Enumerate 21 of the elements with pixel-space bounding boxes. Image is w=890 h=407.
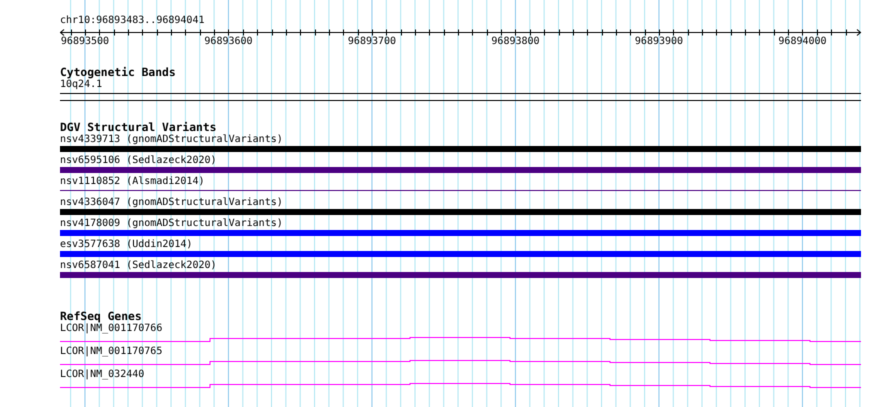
tick-label: 96893800 (491, 36, 540, 47)
track-title: DGV Structural Variants (60, 122, 216, 134)
feature-label: LCOR|NM_032440 (60, 369, 144, 381)
feature-label: esv3577638 (Uddin2014) (60, 239, 192, 251)
tick-label: 96893900 (634, 36, 684, 47)
feature-label: nsv1110852 (Alsmadi2014) (60, 176, 204, 188)
feature-label: LCOR|NM_001170765 (60, 346, 162, 358)
track-title: RefSeq Genes (60, 311, 142, 323)
tick-label: 96893700 (348, 36, 396, 47)
feature-label: nsv4178009 (gnomADStructuralVariants) (60, 218, 283, 230)
track-title: Cytogenetic Bands (60, 67, 176, 79)
feature-label: 10q24.1 (60, 79, 102, 91)
tick-label: 96893600 (204, 36, 253, 47)
feature-label: nsv4336047 (gnomADStructuralVariants) (60, 197, 283, 209)
tick-label: 96894000 (778, 36, 827, 47)
feature-label: nsv6595106 (Sedlazeck2020) (60, 155, 217, 167)
tick-label: 96893500 (60, 36, 110, 47)
feature-label: nsv4339713 (gnomADStructuralVariants) (60, 134, 283, 146)
feature-label: nsv6587041 (Sedlazeck2020) (60, 260, 217, 272)
feature-label: LCOR|NM_001170766 (60, 323, 162, 335)
ruler-title: chr10:96893483..96894041 (60, 14, 206, 27)
